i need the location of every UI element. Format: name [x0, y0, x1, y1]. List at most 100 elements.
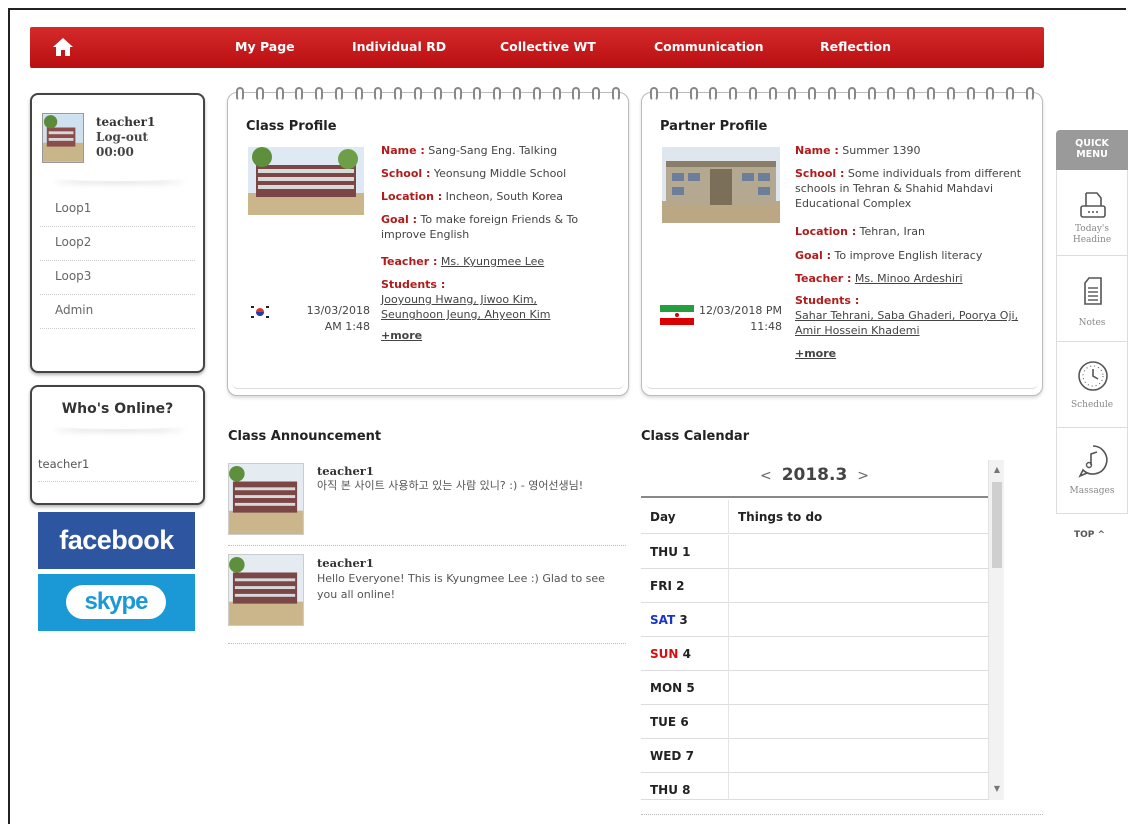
post-text: 아직 본 사이트 사용하고 있는 사람 있니? :) - 영어선생님!	[317, 479, 584, 492]
class-date: 13/03/2018	[306, 304, 370, 317]
partner-teacher-link[interactable]: Ms. Minoo Ardeshiri	[855, 272, 963, 285]
divider	[52, 173, 187, 181]
quick-menu-label: Today's	[1074, 224, 1110, 234]
day-of-week: FRI	[650, 579, 672, 593]
day-number: 4	[682, 647, 691, 661]
nav-communication[interactable]: Communication	[654, 39, 764, 54]
calendar-row[interactable]: THU 8	[641, 773, 988, 800]
nav-collective-wt[interactable]: Collective WT	[500, 39, 596, 54]
day-of-week: SUN	[650, 647, 679, 661]
skype-button[interactable]: skype	[38, 574, 195, 631]
calendar-row[interactable]: SAT 3	[641, 603, 988, 637]
calendar-row[interactable]: TUE 6	[641, 705, 988, 739]
scroll-thumb[interactable]	[992, 482, 1002, 568]
facebook-button[interactable]: facebook	[38, 512, 195, 569]
calendar-row[interactable]: MON 5	[641, 671, 988, 705]
goal-label: Goal :	[381, 213, 418, 226]
whos-online-title: Who's Online?	[61, 401, 174, 417]
quick-menu-schedule[interactable]: Schedule	[1056, 342, 1128, 428]
calendar-row[interactable]: FRI 2	[641, 569, 988, 603]
class-school: Yeonsung Middle School	[433, 167, 567, 180]
session-timer: 00:00	[96, 145, 134, 159]
partner-students-links[interactable]: Sahar Tehrani, Saba Ghaderi, Poorya Oji,…	[795, 309, 1018, 337]
class-teacher-link[interactable]: Ms. Kyungmee Lee	[441, 255, 544, 268]
post-author: teacher1	[317, 556, 374, 570]
home-icon[interactable]	[52, 37, 74, 57]
username: teacher1	[96, 115, 156, 129]
class-profile-card: Class Profile Name : Sang-Sang Eng. Talk…	[227, 87, 629, 396]
printer-icon	[1080, 192, 1106, 218]
partner-profile-card: Partner Profile Name : Summer 1390 Schoo…	[641, 87, 1043, 396]
korea-flag-icon	[250, 305, 270, 319]
logout-link[interactable]: Log-out	[96, 130, 148, 144]
day-number: 7	[685, 749, 694, 763]
next-month-button[interactable]: >	[857, 468, 869, 484]
name-label: Name :	[795, 144, 839, 157]
day-number: 6	[680, 715, 689, 729]
day-of-week: THU	[650, 545, 678, 559]
teacher-label: Teacher :	[795, 272, 852, 285]
skype-label: skype	[84, 588, 148, 615]
partner-more-link[interactable]: +more	[795, 347, 836, 360]
sidebar-item-admin[interactable]: Admin	[40, 295, 195, 329]
whos-online-panel: Who's Online? teacher1	[30, 385, 205, 505]
clock-icon	[1078, 361, 1108, 391]
sidebar-item-loop3[interactable]: Loop3	[40, 261, 195, 295]
quick-menu-title: QUICK MENU	[1056, 130, 1128, 170]
post-author: teacher1	[317, 464, 374, 478]
avatar	[42, 113, 84, 163]
location-label: Location :	[795, 225, 857, 238]
nav-individual-rd[interactable]: Individual RD	[352, 39, 446, 54]
calendar-row[interactable]: WED 7	[641, 739, 988, 773]
calendar-header-row: Day Things to do	[641, 500, 988, 534]
partner-goal: To improve English literacy	[834, 249, 983, 262]
quick-menu-todays-headline[interactable]: Today's Headine	[1056, 170, 1128, 256]
school-label: School :	[795, 167, 845, 180]
notes-icon	[1084, 277, 1102, 305]
partner-profile-title: Partner Profile	[660, 119, 768, 134]
notebook-rings	[650, 87, 1034, 101]
class-more-link[interactable]: +more	[381, 329, 422, 342]
nav-my-page[interactable]: My Page	[235, 39, 295, 54]
quick-menu-label: Massages	[1069, 486, 1115, 496]
calendar-row[interactable]: THU 1	[641, 535, 988, 569]
col-todo-header: Things to do	[738, 510, 823, 524]
back-to-top-link[interactable]: TOP ^	[1074, 530, 1105, 540]
calendar-month: 2018.3	[781, 465, 848, 485]
day-number: 5	[686, 681, 695, 695]
prev-month-button[interactable]: <	[760, 468, 772, 484]
partner-school-photo	[662, 147, 780, 223]
top-nav-bar: My Page Individual RD Collective WT Comm…	[30, 27, 1044, 68]
name-label: Name :	[381, 144, 425, 157]
partner-time: 11:48	[750, 320, 782, 333]
post-thumbnail	[228, 554, 304, 626]
goal-label: Goal :	[795, 249, 832, 262]
school-photo	[248, 147, 364, 215]
location-label: Location :	[381, 190, 443, 203]
partner-location: Tehran, Iran	[859, 225, 925, 238]
sidebar-item-loop1[interactable]: Loop1	[40, 193, 195, 227]
quick-menu-messages[interactable]: Massages	[1056, 428, 1128, 514]
iran-flag-icon	[660, 305, 694, 325]
nav-reflection[interactable]: Reflection	[820, 39, 891, 54]
day-number: 1	[682, 545, 691, 559]
class-location: Incheon, South Korea	[445, 190, 564, 203]
online-user[interactable]: teacher1	[38, 457, 196, 482]
user-panel: teacher1 Log-out 00:00 Loop1 Loop2 Loop3…	[30, 93, 205, 373]
calendar-scrollbar[interactable]: ▲ ▼	[988, 460, 1004, 800]
quick-menu-notes[interactable]: Notes	[1056, 256, 1128, 342]
calendar-month-header: <2018.3 >	[641, 460, 988, 498]
notebook-rings	[236, 87, 620, 101]
students-label: Students :	[381, 278, 446, 291]
scroll-down-icon[interactable]: ▼	[989, 782, 1005, 796]
scroll-up-icon[interactable]: ▲	[989, 463, 1005, 477]
sidebar-item-loop2[interactable]: Loop2	[40, 227, 195, 261]
announcement-title: Class Announcement	[228, 429, 382, 444]
day-of-week: SAT	[650, 613, 676, 627]
day-of-week: TUE	[650, 715, 677, 729]
class-name: Sang-Sang Eng. Talking	[428, 144, 558, 157]
day-number: 3	[679, 613, 688, 627]
class-students-links[interactable]: Jooyoung Hwang, Jiwoo Kim, Seunghoon Jeu…	[381, 293, 550, 321]
calendar-row[interactable]: SUN 4	[641, 637, 988, 671]
day-of-week: MON	[650, 681, 683, 695]
